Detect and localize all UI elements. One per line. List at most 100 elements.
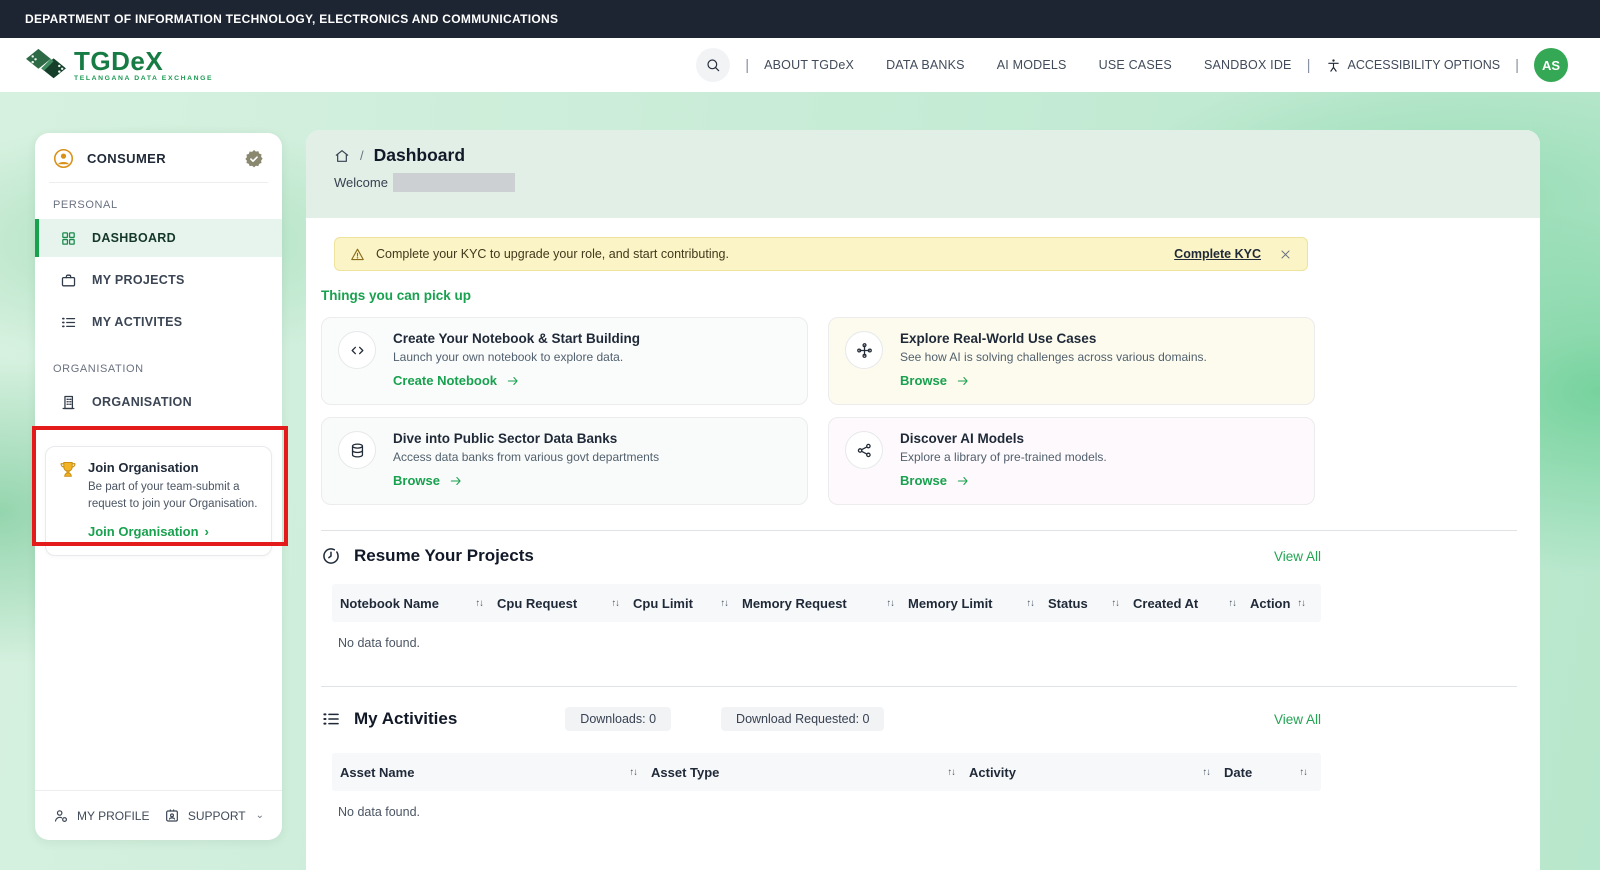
arrow-right-icon: [956, 474, 970, 488]
join-organisation-card: Join Organisation Be part of your team-s…: [45, 446, 272, 557]
kyc-message: Complete your KYC to upgrade your role, …: [376, 247, 729, 261]
pickup-card[interactable]: Dive into Public Sector Data Banks Acces…: [321, 417, 808, 505]
sort-icon[interactable]: ↑↓: [1300, 767, 1308, 778]
page-header-strip: / Dashboard Welcome: [306, 130, 1540, 218]
complete-kyc-link[interactable]: Complete KYC: [1174, 247, 1261, 261]
column-header: Cpu Limit ↑↓: [633, 595, 729, 611]
pickup-card[interactable]: Discover AI Models Explore a library of …: [828, 417, 1315, 505]
pickup-card[interactable]: Explore Real-World Use Cases See how AI …: [828, 317, 1315, 405]
column-header: Cpu Request ↑↓: [497, 595, 620, 611]
card-title: Discover AI Models: [900, 431, 1025, 446]
close-icon[interactable]: [1279, 248, 1292, 261]
sidebar-item-label: DASHBOARD: [92, 231, 176, 245]
activities-view-all-link[interactable]: View All: [1274, 712, 1321, 727]
sidebar-personal-items: DASHBOARD MY PROJECTS MY ACTIVITES: [35, 219, 282, 341]
column-header: Activity ↑↓: [969, 764, 1211, 780]
sort-icon[interactable]: ↑↓: [887, 598, 895, 609]
sidebar-item[interactable]: ORGANISATION: [35, 383, 282, 421]
search-button[interactable]: [696, 48, 731, 82]
arrow-right-icon: [956, 374, 970, 388]
nav-separator: |: [1306, 56, 1311, 74]
support-button[interactable]: SUPPORT ⌄: [164, 808, 264, 824]
card-action-link[interactable]: Browse: [900, 473, 1107, 488]
sort-icon[interactable]: ↑↓: [476, 598, 484, 609]
header-nav: | ABOUT TGDeX DATA BANKS AI MODELS USE CASE…: [696, 48, 1568, 82]
ai-model-icon: [845, 431, 883, 469]
projects-heading: Resume Your Projects: [354, 546, 534, 565]
sort-icon[interactable]: ↑↓: [1027, 598, 1035, 609]
sidebar-item-label: MY ACTIVITES: [92, 315, 183, 329]
tgdex-logo[interactable]: TGDeX TELANGANA DATA EXCHANGE: [25, 46, 213, 84]
card-description: See how AI is solving challenges across …: [900, 350, 1207, 364]
role-row: CONSUMER: [35, 133, 282, 182]
nav-link[interactable]: USE CASES: [1099, 58, 1172, 72]
database-icon: [338, 431, 376, 469]
building-icon: [60, 394, 77, 411]
projects-view-all-link[interactable]: View All: [1274, 549, 1321, 564]
my-profile-button[interactable]: MY PROFILE: [53, 808, 149, 824]
card-title: Explore Real-World Use Cases: [900, 331, 1097, 346]
download-requested-badge: Download Requested: 0: [721, 707, 885, 731]
activities-list-icon: [60, 314, 77, 331]
briefcase-icon: [60, 272, 77, 289]
sidebar-item-label: MY PROJECTS: [92, 273, 185, 287]
chevron-down-icon: ⌄: [255, 810, 264, 821]
sidebar-organisation-items: ORGANISATION: [35, 383, 282, 421]
welcome-name-redacted: [392, 173, 515, 192]
nav-links: ABOUT TGDeX DATA BANKS AI MODELS USE CASES S…: [764, 58, 1292, 72]
welcome-row: Welcome: [334, 173, 1540, 192]
code-icon: [338, 331, 376, 369]
pickup-card[interactable]: Create Your Notebook & Start Building La…: [321, 317, 808, 405]
breadcrumb: / Dashboard: [334, 145, 1540, 166]
section-divider: [321, 686, 1517, 687]
page-title: Dashboard: [373, 145, 466, 165]
home-icon[interactable]: [334, 148, 350, 164]
card-title: Dive into Public Sector Data Banks: [393, 431, 618, 446]
sort-icon[interactable]: ↑↓: [1203, 767, 1211, 778]
nav-link[interactable]: ABOUT TGDeX: [764, 58, 854, 72]
logo-title: TGDeX: [74, 45, 164, 76]
card-action-link[interactable]: Browse: [393, 473, 659, 488]
sidebar-item[interactable]: MY PROJECTS: [35, 261, 282, 299]
column-header: Notebook Name ↑↓: [340, 595, 484, 611]
support-icon: [164, 808, 180, 824]
card-action-link[interactable]: Create Notebook: [393, 373, 640, 388]
sidebar-footer: MY PROFILE SUPPORT ⌄: [35, 790, 282, 840]
dashboard-grid-icon: [60, 230, 77, 247]
sidebar-item[interactable]: MY ACTIVITES: [35, 303, 282, 341]
projects-section-header: Resume Your Projects View All: [321, 546, 1321, 566]
sort-icon[interactable]: ↑↓: [948, 767, 956, 778]
card-description: Launch your own notebook to explore data…: [393, 350, 624, 364]
kyc-banner: Complete your KYC to upgrade your role, …: [334, 237, 1308, 271]
welcome-label: Welcome: [334, 175, 388, 190]
card-action-link[interactable]: Browse: [900, 373, 1207, 388]
column-header: Asset Name ↑↓: [340, 764, 638, 780]
arrow-right-icon: [449, 474, 463, 488]
activities-list-icon: [321, 709, 341, 729]
activities-heading: My Activities: [354, 709, 458, 728]
section-label-organisation: ORGANISATION: [53, 363, 144, 375]
column-header: Date ↑↓: [1224, 764, 1308, 780]
profile-icon: [53, 808, 69, 824]
sort-icon[interactable]: ↑↓: [612, 598, 620, 609]
user-avatar[interactable]: AS: [1534, 48, 1568, 82]
nav-link[interactable]: SANDBOX IDE: [1204, 58, 1292, 72]
sort-icon[interactable]: ↑↓: [1229, 598, 1237, 609]
sidebar-item[interactable]: DASHBOARD: [35, 219, 282, 257]
sidebar-item-label: ORGANISATION: [92, 395, 192, 409]
sort-icon[interactable]: ↑↓: [1298, 598, 1306, 609]
column-header: Memory Limit ↑↓: [908, 595, 1035, 611]
nav-link[interactable]: AI MODELS: [997, 58, 1067, 72]
warning-icon: [350, 247, 365, 262]
accessibility-options-button[interactable]: ACCESSIBILITY OPTIONS: [1326, 58, 1500, 73]
nav-link[interactable]: DATA BANKS: [886, 58, 965, 72]
page-background: CONSUMER PERSONAL DASHBOARD MY PROJECTS …: [0, 92, 1600, 870]
join-organisation-link[interactable]: Join Organisation ›: [88, 524, 209, 539]
sort-icon[interactable]: ↑↓: [630, 767, 638, 778]
sort-icon[interactable]: ↑↓: [721, 598, 729, 609]
projects-empty-text: No data found.: [338, 636, 421, 650]
column-header: Created At ↑↓: [1133, 595, 1237, 611]
department-title: DEPARTMENT OF INFORMATION TECHNOLOGY, EL…: [25, 12, 559, 26]
sort-icon[interactable]: ↑↓: [1112, 598, 1120, 609]
use-cases-icon: [845, 331, 883, 369]
